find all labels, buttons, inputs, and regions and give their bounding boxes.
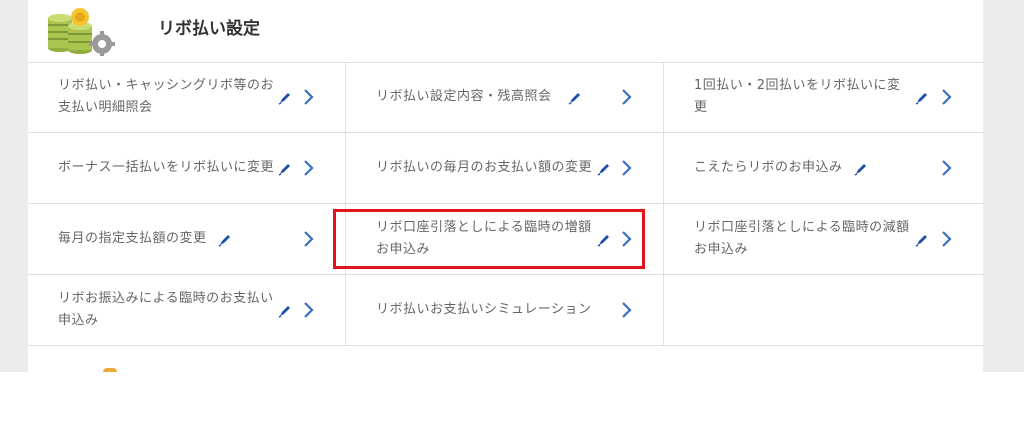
- menu-item-change-installment-to-revolving[interactable]: 1回払い・2回払いをリボ払いに変更: [664, 62, 983, 133]
- revolving-settings-panel: リボ払い設定 リボ払い・キャッシングリボ等のお支払い明細照会 リボ払い設定内容・…: [28, 0, 983, 372]
- coins-gear-icon: [48, 8, 115, 56]
- menu-item-label: リボ払い・キャッシングリボ等のお支払い明細照会: [58, 78, 275, 115]
- pen-icon: [915, 235, 927, 247]
- panel-header: リボ払い設定: [28, 0, 983, 63]
- chevron-right-icon: [942, 89, 952, 105]
- menu-item-label: リボ口座引落としによる臨時の減額お申込み: [694, 220, 910, 257]
- chevron-right-icon: [304, 89, 314, 105]
- menu-item-settings-balance-inquiry[interactable]: リボ払い設定内容・残高照会: [346, 62, 664, 133]
- coin-icon: [103, 368, 117, 372]
- menu-item-change-designated-payment[interactable]: 毎月の指定支払額の変更: [28, 204, 346, 275]
- menu-item-statement-inquiry[interactable]: リボ払い・キャッシングリボ等のお支払い明細照会: [28, 62, 346, 133]
- chevron-right-icon: [942, 160, 952, 176]
- pen-icon: [218, 235, 230, 247]
- chevron-right-icon: [304, 160, 314, 176]
- menu-item-label: リボ払いお支払いシミュレーション: [376, 302, 592, 317]
- menu-item-label: リボお振込みによる臨時のお支払い申込み: [58, 291, 274, 328]
- menu-item-label: リボ払い設定内容・残高照会: [376, 89, 552, 104]
- chevron-right-icon: [622, 89, 632, 105]
- menu-item-temporary-decrease-application[interactable]: リボ口座引落としによる臨時の減額お申込み: [664, 204, 983, 275]
- pen-icon: [568, 93, 580, 105]
- chevron-right-icon: [622, 231, 632, 247]
- settings-menu-grid: リボ払い・キャッシングリボ等のお支払い明細照会 リボ払い設定内容・残高照会 1回…: [28, 62, 983, 346]
- pen-icon: [278, 164, 290, 176]
- chevron-right-icon: [304, 302, 314, 318]
- menu-item-label: 毎月の指定支払額の変更: [58, 231, 207, 246]
- section-title: リボ払い設定: [158, 19, 260, 39]
- menu-item-label: リボ口座引落としによる臨時の増額お申込み: [376, 220, 592, 257]
- menu-item-temporary-increase-application[interactable]: リボ口座引落としによる臨時の増額お申込み: [346, 204, 664, 275]
- menu-item-change-monthly-payment[interactable]: リボ払いの毎月のお支払い額の変更: [346, 133, 664, 204]
- pen-icon: [278, 306, 290, 318]
- menu-item-label: リボ払いの毎月のお支払い額の変更: [376, 160, 593, 175]
- menu-item-temporary-transfer-payment[interactable]: リボお振込みによる臨時のお支払い申込み: [28, 275, 346, 346]
- pen-icon: [854, 164, 866, 176]
- menu-item-label: 1回払い・2回払いをリボ払いに変更: [694, 78, 901, 115]
- pen-icon: [915, 93, 927, 105]
- menu-item-payment-simulation[interactable]: リボ払いお支払いシミュレーション: [346, 275, 664, 346]
- pen-icon: [597, 235, 609, 247]
- chevron-right-icon: [622, 302, 632, 318]
- empty-cell: [664, 275, 983, 346]
- chevron-right-icon: [942, 231, 952, 247]
- chevron-right-icon: [622, 160, 632, 176]
- menu-item-label: こえたらリボのお申込み: [694, 160, 843, 175]
- menu-item-koetara-revo-application[interactable]: こえたらリボのお申込み: [664, 133, 983, 204]
- menu-item-label: ボーナス一括払いをリボ払いに変更: [58, 160, 275, 175]
- pen-icon: [278, 93, 290, 105]
- pen-icon: [597, 164, 609, 176]
- chevron-right-icon: [304, 231, 314, 247]
- menu-item-change-bonus-to-revolving[interactable]: ボーナス一括払いをリボ払いに変更: [28, 133, 346, 204]
